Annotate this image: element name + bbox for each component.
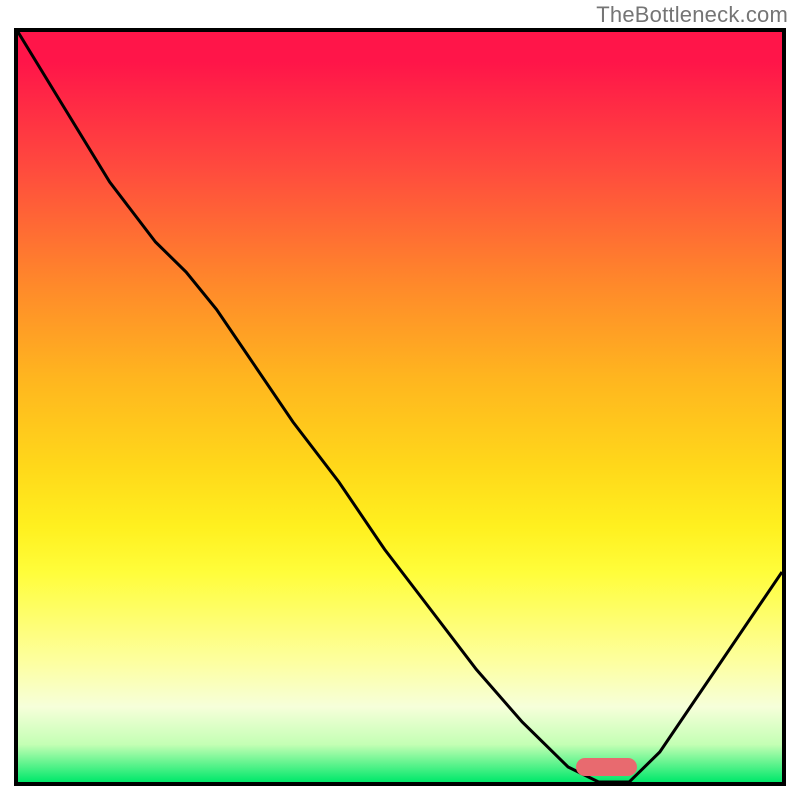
sweet-spot-marker [576, 758, 637, 776]
watermark-text: TheBottleneck.com [596, 2, 788, 28]
bottleneck-curve [18, 32, 782, 782]
plot-area [14, 28, 786, 786]
